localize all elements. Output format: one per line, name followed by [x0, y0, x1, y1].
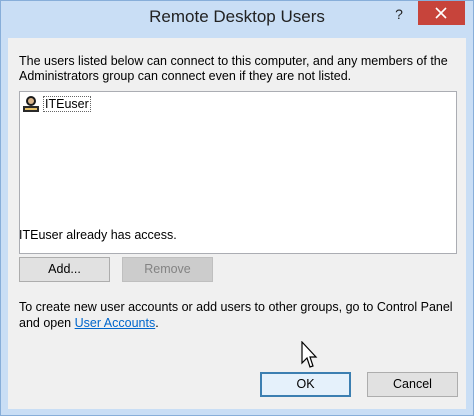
remote-desktop-users-dialog: Remote Desktop Users ? The users listed … [0, 0, 474, 416]
close-icon [435, 7, 447, 19]
help-button[interactable]: ? [385, 1, 413, 27]
mouse-cursor-icon [301, 341, 318, 368]
add-button[interactable]: Add... [19, 257, 110, 282]
list-item[interactable]: ITEuser [22, 94, 91, 114]
cancel-button[interactable]: Cancel [367, 372, 458, 397]
user-accounts-link[interactable]: User Accounts [75, 316, 156, 330]
remove-button[interactable]: Remove [122, 257, 213, 282]
title-bar[interactable]: Remote Desktop Users ? [1, 1, 473, 37]
dialog-body: The users listed below can connect to th… [8, 38, 466, 409]
info-text: To create new user accounts or add users… [19, 299, 459, 331]
user-name-label: ITEuser [43, 96, 91, 112]
description-text: The users listed below can connect to th… [19, 54, 448, 83]
info-text-suffix: . [155, 316, 159, 330]
user-icon [23, 96, 39, 112]
ok-button[interactable]: OK [260, 372, 351, 397]
close-button[interactable] [418, 1, 465, 25]
access-status-text: ITEuser already has access. [19, 228, 177, 242]
